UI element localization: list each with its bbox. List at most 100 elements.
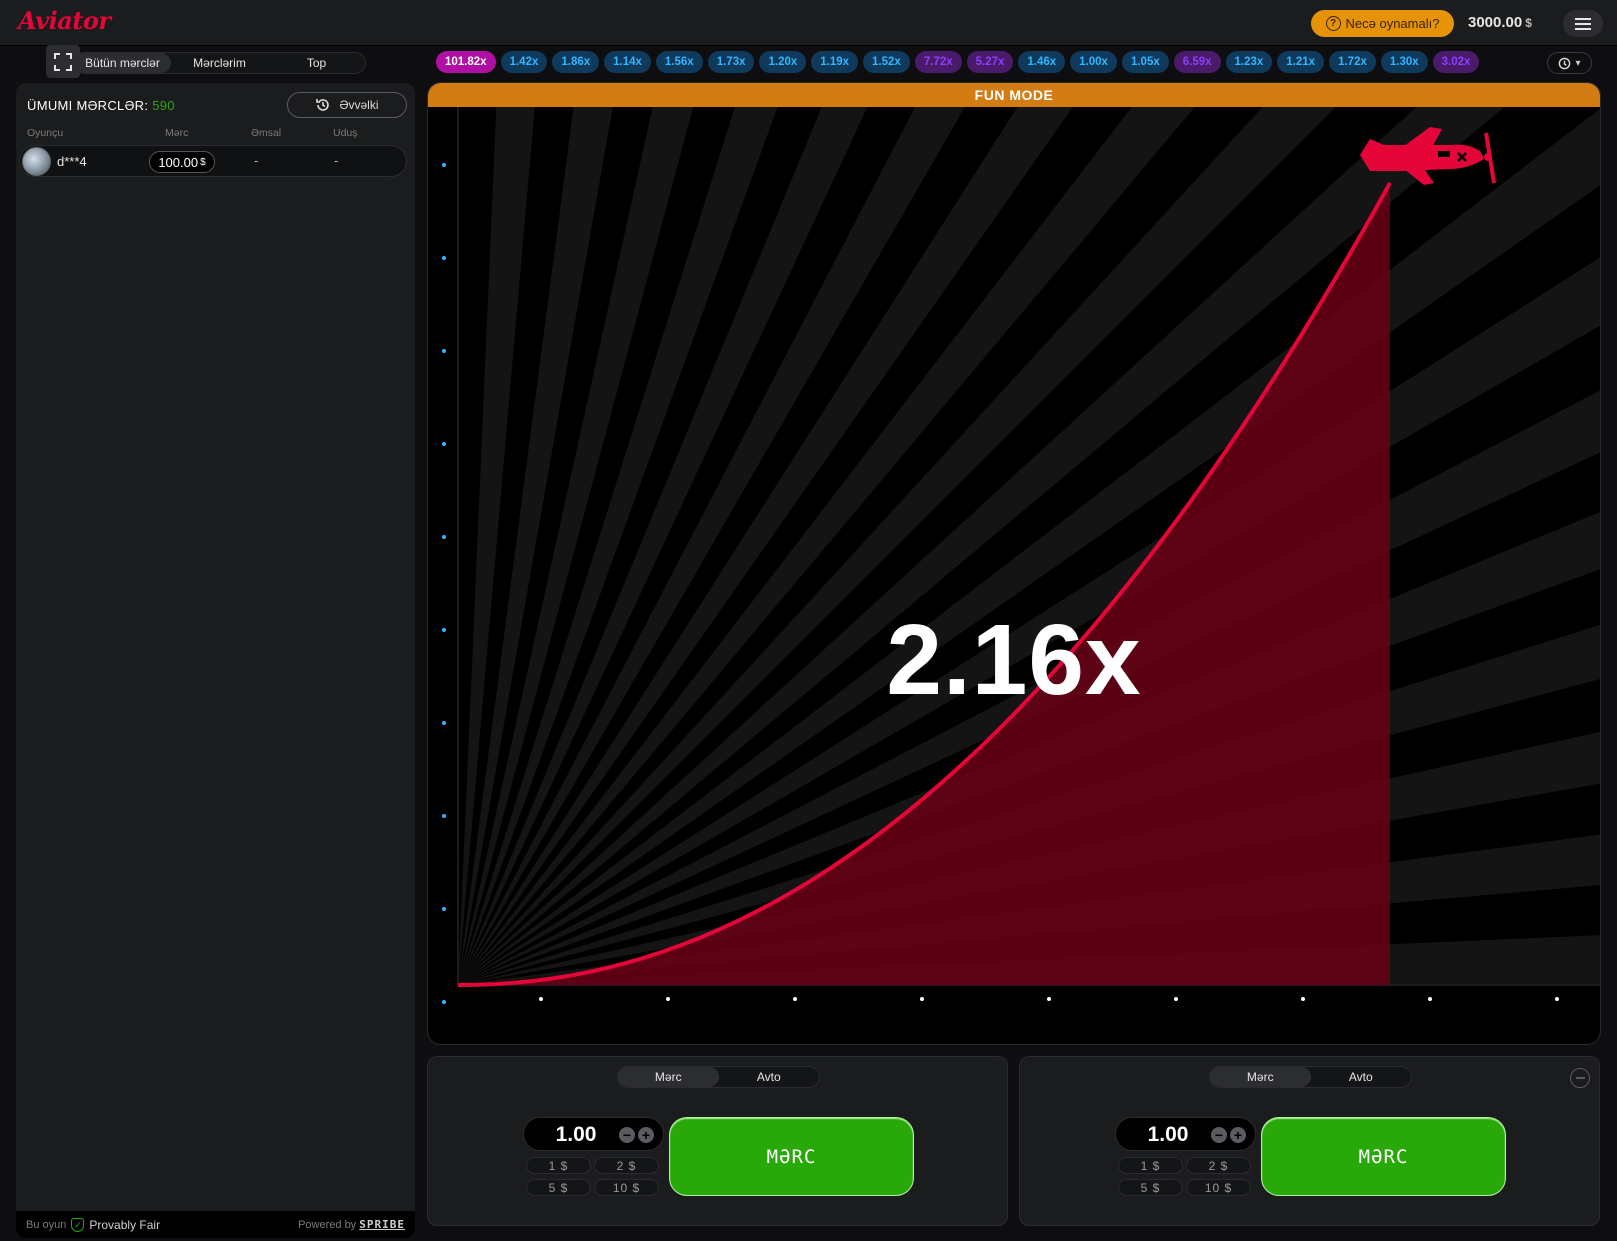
y-axis-dot bbox=[442, 256, 446, 260]
bet-mode-tabs: Mərc Avto bbox=[617, 1066, 820, 1088]
place-bet-button[interactable]: MƏRC bbox=[1261, 1117, 1506, 1196]
tab-all-bets[interactable]: Bütün mərclər bbox=[74, 53, 171, 73]
bet-panel-2: Mərc Avto 1.00 − + 1 $ 2 $ 5 $ 10 $ MƏRC bbox=[1019, 1056, 1600, 1226]
shield-check-icon: ✓ bbox=[71, 1218, 85, 1232]
history-multiplier-chip[interactable]: 1.52x bbox=[863, 51, 910, 73]
history-multiplier-chip[interactable]: 1.42x bbox=[500, 51, 548, 73]
player-bet-value: 100.00 bbox=[158, 154, 199, 170]
bet-mode-tabs: Mərc Avto bbox=[1209, 1066, 1412, 1088]
player-coef: - bbox=[254, 153, 259, 168]
x-axis-dot bbox=[1047, 997, 1051, 1001]
y-axis-dot bbox=[442, 1000, 446, 1004]
history-multiplier-chip[interactable]: 1.86x bbox=[552, 51, 600, 73]
y-axis-dot bbox=[442, 535, 446, 539]
column-player: Oyunçu bbox=[27, 127, 64, 139]
history-multiplier-chip[interactable]: 1.73x bbox=[707, 51, 755, 73]
quick-amount-2[interactable]: 2 $ bbox=[1186, 1157, 1251, 1174]
x-axis-dot bbox=[666, 997, 670, 1001]
table-row: d***4 100.00 $ - - bbox=[19, 145, 407, 177]
bet-panel-1: Mərc Avto 1.00 − + 1 $ 2 $ 5 $ 10 $ MƏRC bbox=[427, 1056, 1008, 1226]
quick-amount-10[interactable]: 10 $ bbox=[594, 1179, 659, 1196]
tab-my-bets[interactable]: Mərclərim bbox=[171, 53, 268, 73]
x-axis-dot bbox=[1174, 997, 1178, 1001]
quick-amount-5[interactable]: 5 $ bbox=[1118, 1179, 1183, 1196]
place-bet-button[interactable]: MƏRC bbox=[669, 1117, 914, 1196]
quick-amount-1[interactable]: 1 $ bbox=[526, 1157, 591, 1174]
y-axis-dot bbox=[442, 721, 446, 725]
x-axis-dot bbox=[1301, 997, 1305, 1001]
how-to-play-label: Necə oynamalı? bbox=[1345, 16, 1440, 31]
hamburger-menu-icon[interactable] bbox=[1563, 10, 1603, 37]
current-multiplier: 2.16x bbox=[886, 604, 1142, 716]
history-multiplier-chip[interactable]: 1.46x bbox=[1018, 51, 1066, 73]
balance-currency: $ bbox=[1525, 16, 1532, 30]
y-axis-dot bbox=[442, 442, 446, 446]
spribe-logo[interactable]: SPRIBE bbox=[359, 1218, 405, 1231]
tab-bet[interactable]: Mərc bbox=[1210, 1067, 1311, 1087]
total-bets-label: ÜMUMI MƏRCLƏR: 590 bbox=[27, 98, 175, 113]
bet-amount-value[interactable]: 1.00 bbox=[524, 1123, 628, 1147]
history-multiplier-chip[interactable]: 1.30x bbox=[1380, 51, 1428, 73]
remove-panel-icon[interactable] bbox=[1570, 1068, 1590, 1088]
player-bet: 100.00 $ bbox=[149, 151, 215, 173]
game-canvas: FUN MODE 2.16x bbox=[427, 82, 1601, 1045]
player-name: d***4 bbox=[57, 154, 87, 169]
aviator-logo[interactable]: Aviator bbox=[18, 6, 111, 35]
powered-by: Powered by SPRIBE bbox=[298, 1218, 405, 1231]
history-multiplier-chip[interactable]: 1.05x bbox=[1121, 51, 1169, 73]
provably-fair-label: Provably Fair bbox=[89, 1218, 161, 1232]
y-axis-dot bbox=[442, 349, 446, 353]
x-axis-dot bbox=[1555, 997, 1559, 1001]
provably-fair-link[interactable]: Bu oyun ✓ Provably Fair bbox=[26, 1218, 160, 1232]
x-axis-dot bbox=[793, 997, 797, 1001]
y-axis-dot bbox=[442, 814, 446, 818]
question-icon: ? bbox=[1325, 16, 1341, 31]
history-multiplier-chip[interactable]: 1.19x bbox=[811, 51, 859, 73]
history-multiplier-chip[interactable]: 1.20x bbox=[759, 51, 807, 73]
plus-icon[interactable]: + bbox=[1230, 1127, 1246, 1143]
history-toggle-button[interactable]: ▾ bbox=[1547, 52, 1592, 74]
quick-amount-10[interactable]: 10 $ bbox=[1186, 1179, 1251, 1196]
history-multiplier-chip[interactable]: 1.21x bbox=[1277, 51, 1325, 73]
history-multiplier-chip[interactable]: 1.23x bbox=[1225, 51, 1273, 73]
multiplier-history: 101.82x 1.42x 1.86x 1.14x 1.56x 1.73x 1.20x 1.1… bbox=[436, 51, 1540, 75]
tab-bet[interactable]: Mərc bbox=[618, 1067, 719, 1087]
history-multiplier-chip[interactable]: 1.72x bbox=[1329, 51, 1376, 73]
total-bets-text: ÜMUMI MƏRCLƏR: bbox=[27, 98, 149, 113]
quick-amount-5[interactable]: 5 $ bbox=[526, 1179, 591, 1196]
history-multiplier-chip[interactable]: 7.72x bbox=[914, 51, 962, 73]
history-multiplier-chip[interactable]: 5.27x bbox=[966, 51, 1014, 73]
history-multiplier-chip[interactable]: 1.14x bbox=[604, 51, 651, 73]
quick-amount-1[interactable]: 1 $ bbox=[1118, 1157, 1183, 1174]
tab-auto[interactable]: Avto bbox=[719, 1067, 820, 1087]
player-bet-currency: $ bbox=[200, 156, 206, 168]
bet-amount-stepper[interactable]: 1.00 − + bbox=[523, 1117, 664, 1151]
bet-amount-stepper[interactable]: 1.00 − + bbox=[1115, 1117, 1256, 1151]
tab-auto[interactable]: Avto bbox=[1311, 1067, 1412, 1087]
previous-round-button[interactable]: Əvvəlki bbox=[287, 92, 407, 118]
x-axis-dot bbox=[920, 997, 924, 1001]
history-multiplier-chip[interactable]: 3.02x bbox=[1432, 51, 1480, 73]
player-win: - bbox=[334, 153, 339, 168]
tab-top[interactable]: Top bbox=[268, 53, 365, 73]
how-to-play-button[interactable]: ? Necə oynamalı? bbox=[1311, 10, 1454, 37]
history-multiplier-chip[interactable]: 1.00x bbox=[1070, 51, 1117, 73]
history-icon bbox=[316, 99, 330, 111]
column-coef: Əmsal bbox=[251, 127, 282, 139]
fun-mode-banner: FUN MODE bbox=[428, 83, 1600, 107]
x-axis-dot bbox=[539, 997, 543, 1001]
history-multiplier-chip[interactable]: 6.59x bbox=[1173, 51, 1221, 73]
balance-display: 3000.00 $ bbox=[1468, 14, 1532, 31]
history-multiplier-chip[interactable]: 1.56x bbox=[655, 51, 703, 73]
minus-icon[interactable]: − bbox=[619, 1127, 635, 1143]
bet-amount-value[interactable]: 1.00 bbox=[1116, 1123, 1220, 1147]
quick-amount-2[interactable]: 2 $ bbox=[594, 1157, 659, 1174]
top-header: Aviator ? Necə oynamalı? 3000.00 $ bbox=[0, 0, 1617, 46]
this-game-label: Bu oyun bbox=[26, 1219, 67, 1231]
bets-list-panel bbox=[16, 83, 415, 1238]
column-bet: Mərc bbox=[165, 127, 189, 139]
history-multiplier-chip[interactable]: 101.82x bbox=[436, 51, 496, 73]
plus-icon[interactable]: + bbox=[638, 1127, 654, 1143]
minus-icon[interactable]: − bbox=[1211, 1127, 1227, 1143]
balance-value: 3000.00 bbox=[1468, 14, 1523, 31]
